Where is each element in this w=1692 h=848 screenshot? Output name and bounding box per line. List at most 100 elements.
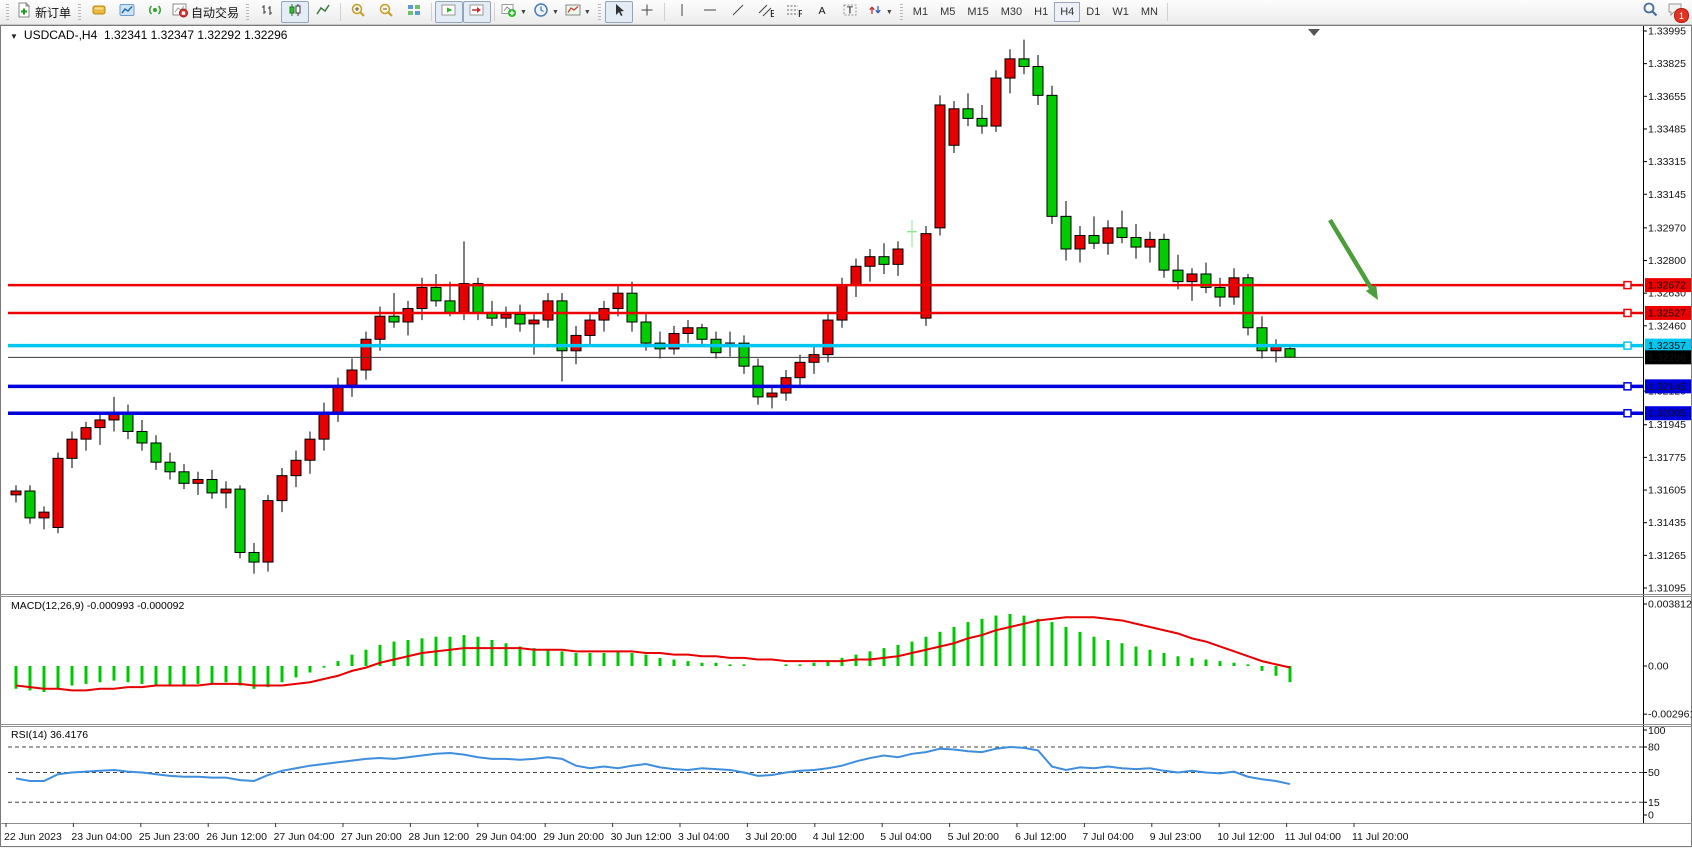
candle [39,512,49,518]
date-axis-label: 4 Jul 12:00 [813,831,865,843]
candle [571,335,581,350]
candle [53,458,63,527]
candle [1285,349,1295,358]
candle [459,284,469,313]
candle [137,431,147,443]
candle [515,314,525,324]
candle [249,552,259,562]
candle [1075,236,1085,249]
candle [795,362,805,377]
macd-indicator-label: MACD(12,26,9) -0.000993 -0.000092 [11,600,184,612]
price-tick-label: 1.31435 [1648,517,1686,529]
candle [305,439,315,460]
candle [991,78,1001,126]
price-tick-label: 1.33145 [1648,189,1686,201]
price-tick-label: 1.33485 [1648,123,1686,135]
candle [893,249,903,264]
price-tick-label: 1.32460 [1648,320,1686,332]
chart-title: ▼USDCAD-,H4 1.32341 1.32347 1.32292 1.32… [10,28,287,42]
candle [11,491,21,495]
candle [823,320,833,355]
chart-canvas: 1.339951.338251.336551.334851.333151.331… [0,0,1692,848]
candle [501,314,511,318]
price-line-marker[interactable] [1624,383,1631,390]
price-tick-label: 1.33655 [1648,91,1686,103]
candle [1047,95,1057,216]
candle [319,412,329,439]
candle [753,366,763,397]
candle [193,479,203,483]
candle [445,301,455,313]
candle [151,443,161,462]
candle [221,489,231,493]
candle [81,428,91,440]
candle [977,118,987,126]
candle [109,414,119,420]
candle [1117,228,1127,238]
date-axis-label: 7 Jul 04:00 [1082,831,1134,843]
price-line-marker[interactable] [1624,342,1631,349]
candle [1089,236,1099,244]
date-axis-label: 25 Jun 23:00 [139,831,200,843]
rsi-axis-label: 15 [1648,797,1660,809]
axis-price-badge-label: 1.32672 [1648,280,1686,292]
price-tick-label: 1.31775 [1648,452,1686,464]
chart-ohlc-quotes: 1.32341 1.32347 1.32292 1.32296 [104,28,288,42]
candle [641,322,651,343]
candle [585,320,595,335]
date-axis-label: 23 Jun 04:00 [71,831,132,843]
price-tick-label: 1.31095 [1648,583,1686,595]
candle [1033,67,1043,96]
date-axis-label: 26 Jun 12:00 [206,831,267,843]
candle [1005,59,1015,78]
candle [837,285,847,320]
price-tick-label: 1.32800 [1648,255,1686,267]
candle [809,355,819,363]
price-tick-label: 1.31605 [1648,485,1686,497]
candle [1131,237,1141,247]
axis-price-badge-label: 1.32005 [1648,408,1686,420]
price-line-marker[interactable] [1624,410,1631,417]
candle [473,284,483,313]
date-axis-label: 6 Jul 12:00 [1015,831,1067,843]
candle [949,109,959,145]
date-axis-label: 27 Jun 04:00 [274,831,335,843]
candle [263,501,273,562]
candle [543,301,553,320]
candle [1159,239,1169,270]
candle [1103,228,1113,243]
date-axis-label: 11 Jul 20:00 [1352,831,1409,843]
date-axis-label: 27 Jun 20:00 [341,831,402,843]
price-tick-label: 1.32970 [1648,222,1686,234]
price-line-marker[interactable] [1624,309,1631,316]
candle [25,491,35,518]
candle [613,293,623,308]
date-axis-label: 29 Jun 04:00 [476,831,537,843]
candle [165,462,175,472]
price-tick-label: 1.33995 [1648,26,1686,38]
candle [1019,59,1029,67]
candle [529,320,539,324]
candle [879,257,889,265]
axis-price-badge-label: 1.32527 [1648,307,1686,319]
candle [389,316,399,322]
date-axis-label: 30 Jun 12:00 [611,831,672,843]
one-click-trading-expander[interactable]: ▼ [10,32,18,41]
date-axis-label: 22 Jun 2023 [4,831,62,843]
candle [627,293,637,322]
candle [333,387,343,412]
rsi-axis-label: 50 [1648,767,1660,779]
candle [1187,274,1197,282]
current-price-badge-label: 1.32296 [1648,352,1686,364]
candle [207,479,217,492]
candle [1061,216,1071,249]
price-line-marker[interactable] [1624,282,1631,289]
date-axis-label: 5 Jul 04:00 [880,831,932,843]
candle [697,328,707,340]
candle [417,287,427,308]
candle [683,328,693,334]
rsi-axis-label: 100 [1648,725,1666,737]
candle [277,476,287,501]
chart-window-border [1,26,1692,847]
candle [1173,270,1183,282]
